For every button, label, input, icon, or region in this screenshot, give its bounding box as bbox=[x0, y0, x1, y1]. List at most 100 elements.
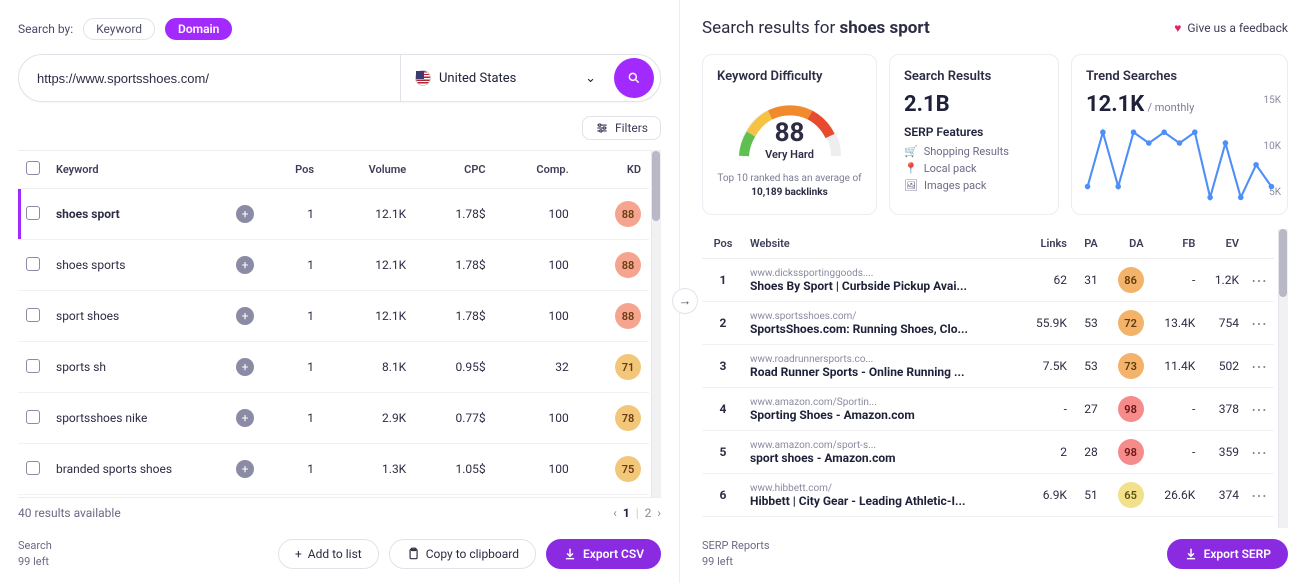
search-left-count: 99 left bbox=[18, 554, 52, 569]
search-button[interactable] bbox=[614, 58, 654, 98]
country-select[interactable]: United States ⌄ bbox=[400, 55, 610, 101]
export-csv-button[interactable]: Export CSV bbox=[546, 539, 661, 569]
keyword-cell: shoes sports bbox=[48, 240, 228, 291]
serp-features-title: SERP Features bbox=[904, 125, 1044, 139]
feedback-link[interactable]: ♥ Give us a feedback bbox=[1174, 21, 1288, 35]
add-keyword-button[interactable]: + bbox=[236, 307, 254, 325]
add-keyword-button[interactable]: + bbox=[236, 358, 254, 376]
website-cell[interactable]: www.roadrunnersports.co...Road Runner Sp… bbox=[744, 345, 1021, 388]
serp-row[interactable]: 2 www.sportsshoes.com/SportsShoes.com: R… bbox=[702, 302, 1274, 345]
add-keyword-button[interactable]: + bbox=[236, 205, 254, 223]
add-keyword-button[interactable]: + bbox=[236, 409, 254, 427]
flag-icon bbox=[415, 70, 431, 86]
image-icon: 🖼 bbox=[904, 179, 918, 192]
search-bar: United States ⌄ bbox=[18, 54, 661, 102]
serp-reports-count: 99 left bbox=[702, 554, 770, 569]
th-pos[interactable]: Pos bbox=[262, 151, 322, 189]
th-volume[interactable]: Volume bbox=[322, 151, 414, 189]
website-cell[interactable]: www.dickssportinggoods....Shoes By Sport… bbox=[744, 259, 1021, 302]
keyword-row[interactable]: shoes sport + 1 12.1K 1.78$ 100 88 bbox=[18, 189, 649, 240]
th-kd[interactable]: KD bbox=[577, 151, 649, 189]
th-pos[interactable]: Pos bbox=[702, 229, 744, 259]
keyword-cell: sport shoes bbox=[48, 291, 228, 342]
keyword-cell: branded sports shoes bbox=[48, 444, 228, 495]
da-badge: 72 bbox=[1118, 310, 1144, 336]
website-cell[interactable]: www.amazon.com/sport-s...sport shoes - A… bbox=[744, 431, 1021, 474]
select-all-checkbox[interactable] bbox=[26, 161, 40, 175]
download-icon bbox=[1184, 547, 1198, 561]
da-badge: 73 bbox=[1118, 353, 1144, 379]
copy-button[interactable]: Copy to clipboard bbox=[389, 539, 536, 569]
kd-badge: 88 bbox=[615, 252, 641, 278]
kd-gauge: 88 Very Hard bbox=[730, 92, 850, 164]
keyword-row[interactable]: branded sports shoes + 1 1.3K 1.05$ 100 … bbox=[18, 444, 649, 495]
serp-reports-label: SERP Reports bbox=[702, 538, 770, 553]
add-keyword-button[interactable]: + bbox=[236, 256, 254, 274]
th-ev[interactable]: EV bbox=[1201, 229, 1245, 259]
serp-row[interactable]: 3 www.roadrunnersports.co...Road Runner … bbox=[702, 345, 1274, 388]
keyword-row[interactable]: sportsshoes nike + 1 2.9K 0.77$ 100 78 bbox=[18, 393, 649, 444]
keyword-row[interactable]: sports shoes store + 1 1K 0.98$ 89 71 bbox=[18, 495, 649, 498]
filters-button[interactable]: Filters bbox=[582, 116, 661, 140]
th-links[interactable]: Links bbox=[1021, 229, 1073, 259]
row-checkbox[interactable] bbox=[26, 359, 40, 373]
serp-row[interactable]: 5 www.amazon.com/sport-s...sport shoes -… bbox=[702, 431, 1274, 474]
th-comp[interactable]: Comp. bbox=[494, 151, 577, 189]
th-website[interactable]: Website bbox=[744, 229, 1021, 259]
export-serp-button[interactable]: Export SERP bbox=[1167, 539, 1288, 569]
row-more-button[interactable]: ⋯ bbox=[1251, 314, 1268, 333]
keyword-cell: shoes sport bbox=[48, 189, 228, 240]
search-by-keyword-chip[interactable]: Keyword bbox=[83, 18, 155, 40]
website-cell[interactable]: www.hibbett.com/Hibbett | City Gear - Le… bbox=[744, 474, 1021, 517]
serp-row[interactable]: 4 www.amazon.com/Sportin...Sporting Shoe… bbox=[702, 388, 1274, 431]
row-more-button[interactable]: ⋯ bbox=[1251, 486, 1268, 505]
th-da[interactable]: DA bbox=[1104, 229, 1150, 259]
add-to-list-button[interactable]: +Add to list bbox=[278, 539, 379, 569]
keyword-row[interactable]: sport shoes + 1 12.1K 1.78$ 100 88 bbox=[18, 291, 649, 342]
chevron-down-icon: ⌄ bbox=[585, 71, 596, 86]
scrollbar[interactable] bbox=[651, 151, 661, 497]
row-checkbox[interactable] bbox=[26, 461, 40, 475]
th-pa[interactable]: PA bbox=[1073, 229, 1104, 259]
country-label: United States bbox=[439, 71, 516, 86]
row-checkbox[interactable] bbox=[26, 410, 40, 424]
row-checkbox[interactable] bbox=[26, 257, 40, 271]
heart-icon: ♥ bbox=[1174, 21, 1181, 35]
search-by-domain-chip[interactable]: Domain bbox=[165, 18, 232, 40]
download-icon bbox=[563, 547, 577, 561]
row-checkbox[interactable] bbox=[26, 308, 40, 322]
pager-page-2[interactable]: 2 bbox=[645, 506, 652, 520]
pin-icon: 📍 bbox=[904, 162, 918, 175]
pager-page-1[interactable]: 1 bbox=[623, 506, 630, 520]
row-more-button[interactable]: ⋯ bbox=[1251, 400, 1268, 419]
da-badge: 65 bbox=[1118, 482, 1144, 508]
row-checkbox[interactable] bbox=[26, 206, 40, 220]
url-input[interactable] bbox=[37, 71, 400, 86]
website-cell[interactable]: www.sportsshoes.com/SportsShoes.com: Run… bbox=[744, 302, 1021, 345]
kd-value: 88 bbox=[730, 118, 850, 148]
keyword-cell: sportsshoes nike bbox=[48, 393, 228, 444]
search-icon bbox=[627, 71, 641, 85]
collapse-panel-button[interactable]: → bbox=[672, 288, 698, 314]
pager-next[interactable]: › bbox=[657, 506, 661, 520]
row-more-button[interactable]: ⋯ bbox=[1251, 271, 1268, 290]
th-fb[interactable]: FB bbox=[1150, 229, 1202, 259]
scrollbar[interactable] bbox=[1278, 229, 1288, 528]
serp-row[interactable]: 1 www.dickssportinggoods....Shoes By Spo… bbox=[702, 259, 1274, 302]
th-keyword[interactable]: Keyword bbox=[48, 151, 228, 189]
keyword-cell: sports sh bbox=[48, 342, 228, 393]
row-more-button[interactable]: ⋯ bbox=[1251, 357, 1268, 376]
results-available: 40 results available bbox=[18, 506, 121, 520]
serp-row[interactable]: 6 www.hibbett.com/Hibbett | City Gear - … bbox=[702, 474, 1274, 517]
pager-prev[interactable]: ‹ bbox=[613, 506, 617, 520]
website-cell[interactable]: www.amazon.com/Sportin...Sporting Shoes … bbox=[744, 388, 1021, 431]
pager: ‹ 1 | 2 › bbox=[613, 506, 661, 520]
th-cpc[interactable]: CPC bbox=[414, 151, 493, 189]
keyword-row[interactable]: sports sh + 1 8.1K 0.95$ 32 71 bbox=[18, 342, 649, 393]
search-left-label: Search bbox=[18, 538, 52, 553]
keyword-difficulty-card: Keyword Difficulty 88 Very Hard Top 10 r… bbox=[702, 54, 877, 215]
row-more-button[interactable]: ⋯ bbox=[1251, 443, 1268, 462]
keyword-row[interactable]: shoes sports + 1 12.1K 1.78$ 100 88 bbox=[18, 240, 649, 291]
add-keyword-button[interactable]: + bbox=[236, 460, 254, 478]
kd-badge: 88 bbox=[615, 303, 641, 329]
